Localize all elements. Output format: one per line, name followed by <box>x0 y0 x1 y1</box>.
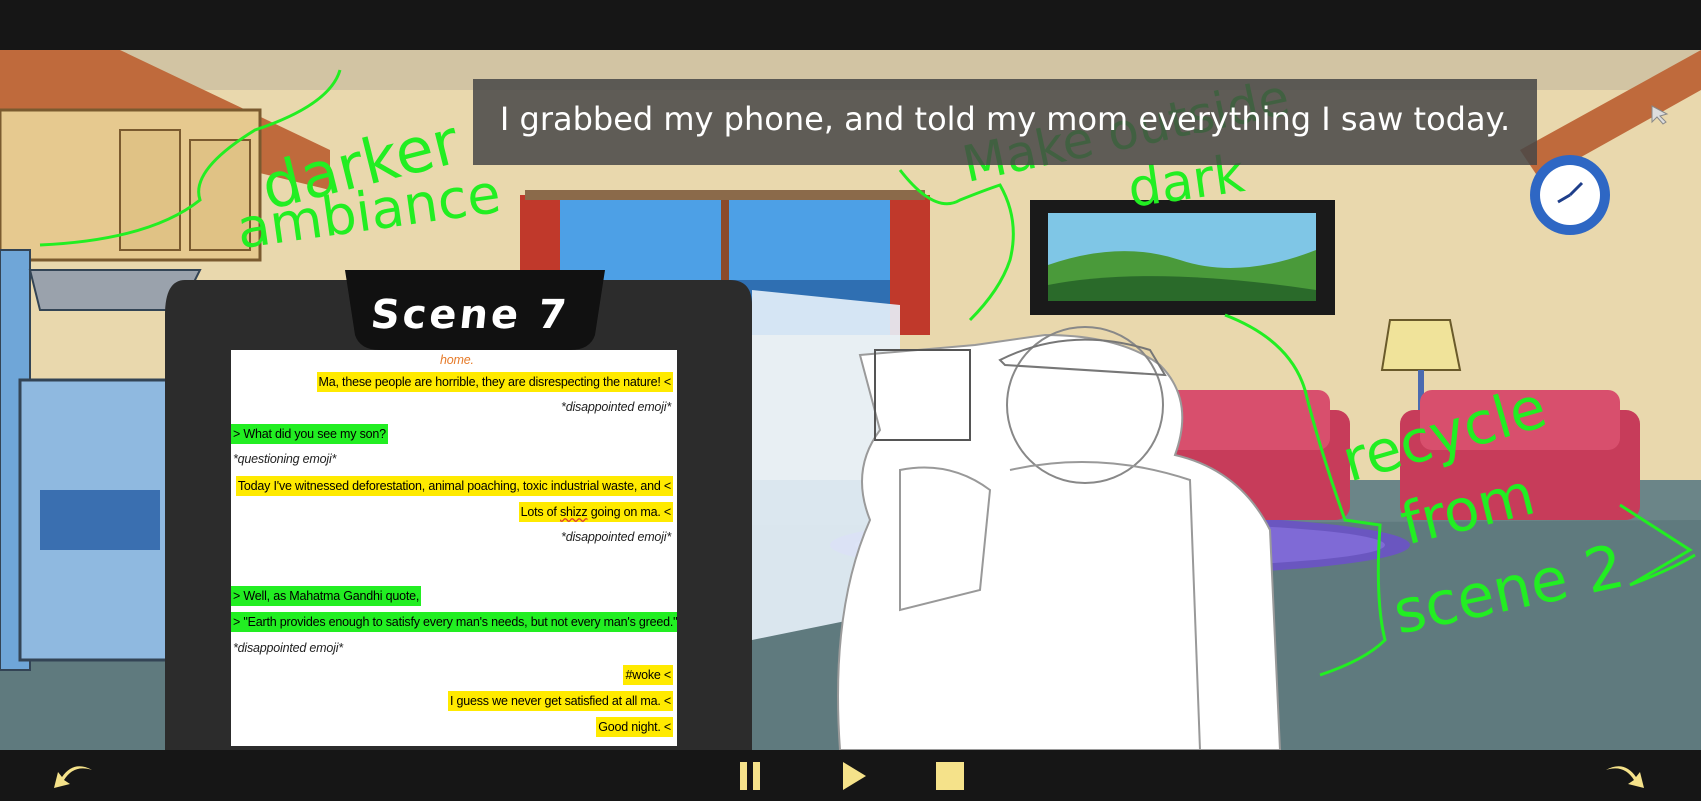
chat-message: > What did you see my son? <box>231 424 388 444</box>
chat-message: > Well, as Mahatma Gandhi quote, <box>231 586 422 606</box>
back-button[interactable] <box>52 758 96 794</box>
chat-message: Good night. < <box>596 717 673 737</box>
chat-message: Today I've witnessed deforestation, anim… <box>235 476 673 496</box>
forward-arrow-icon <box>1606 766 1644 788</box>
chat-message: Ma, these people are horrible, they are … <box>316 372 673 392</box>
back-arrow-icon <box>54 766 92 788</box>
phone-chat-screen: home. Ma, these people are horrible, the… <box>231 350 677 746</box>
chat-top-fragment: home. <box>440 353 474 367</box>
play-button[interactable] <box>830 758 874 794</box>
chat-message: #woke < <box>623 665 673 685</box>
play-icon <box>843 762 866 790</box>
chat-message: I guess we never get satisfied at all ma… <box>447 691 673 711</box>
chat-message: Lots of shizz going on ma. < <box>518 502 673 522</box>
chat-message-part: shizz <box>559 505 588 519</box>
chat-emoji-note: *disappointed emoji* <box>561 530 671 544</box>
chat-emoji-note: *questioning emoji* <box>233 452 337 466</box>
forward-button[interactable] <box>1602 758 1646 794</box>
chat-emoji-note: *disappointed emoji* <box>561 400 671 414</box>
stop-button[interactable] <box>928 758 972 794</box>
scene-title: Scene 7 <box>368 292 572 338</box>
top-bar <box>0 0 1701 50</box>
chat-message-part: Lots of <box>520 505 560 519</box>
chat-message-part: going on ma. < <box>587 505 671 519</box>
pause-button[interactable] <box>728 758 772 794</box>
playback-controls <box>0 750 1701 801</box>
pause-icon <box>740 762 760 790</box>
chat-emoji-note: *disappointed emoji* <box>233 641 343 655</box>
caption-text: I grabbed my phone, and told my mom ever… <box>499 100 1511 138</box>
stop-icon <box>936 762 964 790</box>
chat-message: > "Earth provides enough to satisfy ever… <box>231 612 677 632</box>
subtitle-caption: I grabbed my phone, and told my mom ever… <box>473 79 1537 165</box>
